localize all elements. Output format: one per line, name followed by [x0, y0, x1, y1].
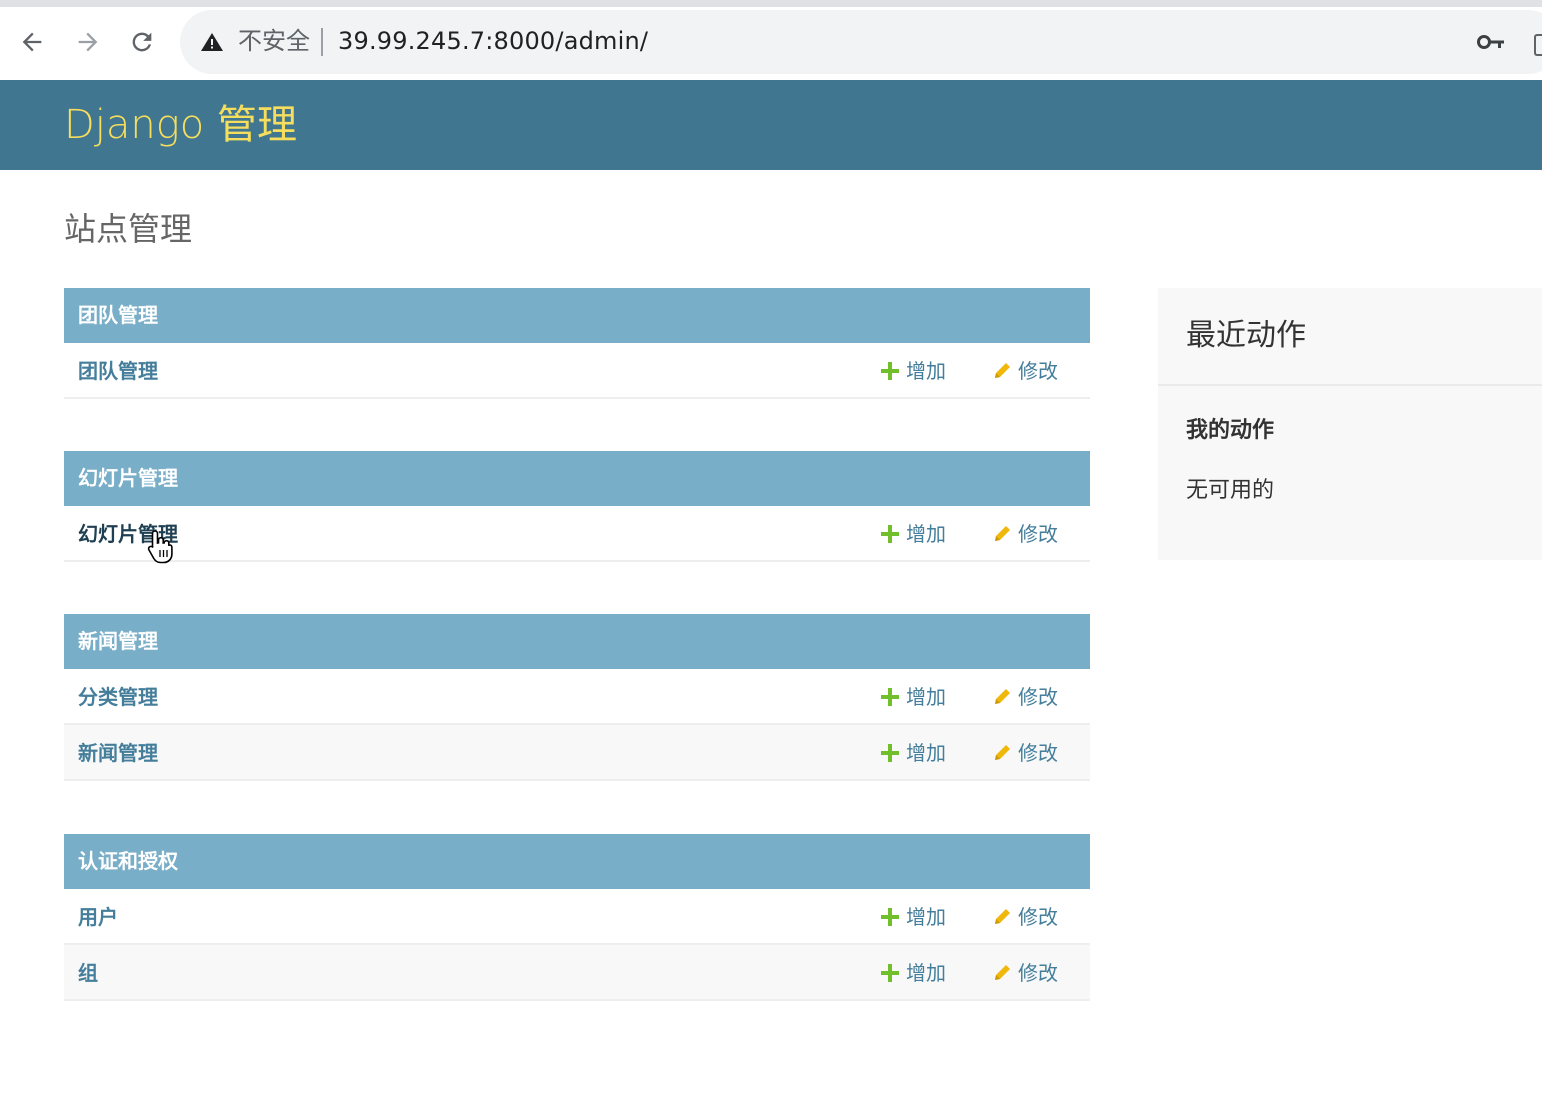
model-link[interactable]: 团队管理 [78, 343, 158, 399]
hand-cursor-icon [147, 530, 173, 564]
model-row: 团队管理 增加 修改 [64, 343, 1090, 399]
sidepanel-icon[interactable] [1534, 34, 1542, 56]
model-row: 用户 增加 修改 [64, 889, 1090, 945]
address-bar[interactable]: 不安全 39.99.245.7:8000/admin/ [180, 10, 1542, 74]
plus-icon [881, 688, 899, 706]
site-header: Django 管理 [0, 80, 1542, 170]
change-label: 修改 [1018, 359, 1058, 383]
add-link[interactable]: 增加 [880, 669, 946, 725]
app-module-auth: 认证和授权 用户 增加 修改 组 增加 修改 [64, 834, 1090, 1001]
model-row: 幻灯片管理 增加 修改 [64, 506, 1090, 562]
pencil-icon [995, 745, 1010, 760]
add-label: 增加 [906, 359, 946, 383]
change-link[interactable]: 修改 [992, 725, 1058, 781]
reload-button[interactable] [122, 22, 162, 62]
app-module-team: 团队管理 团队管理 增加 修改 [64, 288, 1090, 399]
change-label: 修改 [1018, 741, 1058, 765]
add-link[interactable]: 增加 [880, 725, 946, 781]
module-caption[interactable]: 新闻管理 [64, 614, 1090, 669]
reload-icon [132, 32, 152, 52]
forward-button[interactable] [68, 22, 108, 62]
page-title: 站点管理 [64, 210, 193, 248]
change-link[interactable]: 修改 [992, 945, 1058, 1001]
add-label: 增加 [906, 522, 946, 546]
add-link[interactable]: 增加 [880, 343, 946, 399]
model-row: 组 增加 修改 [64, 945, 1090, 1001]
add-label: 增加 [906, 685, 946, 709]
model-row: 新闻管理 增加 修改 [64, 725, 1090, 781]
address-separator [321, 28, 323, 56]
add-link[interactable]: 增加 [880, 506, 946, 562]
module-caption[interactable]: 幻灯片管理 [64, 451, 1090, 506]
app-module-slides: 幻灯片管理 幻灯片管理 增加 修改 [64, 451, 1090, 562]
change-label: 修改 [1018, 905, 1058, 929]
browser-toolbar: 不安全 39.99.245.7:8000/admin/ [0, 7, 1542, 79]
change-label: 修改 [1018, 685, 1058, 709]
my-actions-heading: 我的动作 [1186, 418, 1275, 443]
pencil-icon [995, 526, 1010, 541]
module-caption[interactable]: 认证和授权 [64, 834, 1090, 889]
add-link[interactable]: 增加 [880, 945, 946, 1001]
module-caption[interactable]: 团队管理 [64, 288, 1090, 343]
change-link[interactable]: 修改 [992, 506, 1058, 562]
pencil-icon [995, 909, 1010, 924]
browser-tab-strip [0, 0, 1542, 7]
security-status[interactable]: 不安全 [238, 26, 310, 56]
plus-icon [881, 908, 899, 926]
pencil-icon [995, 965, 1010, 980]
model-link[interactable]: 用户 [78, 889, 118, 945]
pencil-icon [995, 363, 1010, 378]
url-text[interactable]: 39.99.245.7:8000/admin/ [338, 26, 648, 56]
model-link[interactable]: 组 [78, 945, 98, 1001]
arrow-left-icon [22, 32, 42, 52]
change-link[interactable]: 修改 [992, 889, 1058, 945]
arrow-right-icon [78, 32, 98, 52]
recent-actions-title: 最近动作 [1186, 318, 1306, 353]
no-actions-text: 无可用的 [1186, 478, 1275, 503]
pencil-icon [995, 689, 1010, 704]
warning-icon [201, 33, 223, 51]
plus-icon [881, 964, 899, 982]
change-link[interactable]: 修改 [992, 669, 1058, 725]
add-label: 增加 [906, 961, 946, 985]
model-link[interactable]: 新闻管理 [78, 725, 158, 781]
change-link[interactable]: 修改 [992, 343, 1058, 399]
add-label: 增加 [906, 741, 946, 765]
back-button[interactable] [12, 22, 52, 62]
add-label: 增加 [906, 905, 946, 929]
key-icon[interactable] [1476, 30, 1506, 54]
add-link[interactable]: 增加 [880, 889, 946, 945]
plus-icon [881, 525, 899, 543]
recent-actions-panel: 最近动作 我的动作 无可用的 [1158, 288, 1542, 560]
plus-icon [881, 744, 899, 762]
model-row: 分类管理 增加 修改 [64, 669, 1090, 725]
model-link[interactable]: 分类管理 [78, 669, 158, 725]
change-label: 修改 [1018, 961, 1058, 985]
app-module-news: 新闻管理 分类管理 增加 修改 新闻管理 增加 修改 [64, 614, 1090, 781]
recent-actions-divider [1158, 384, 1542, 386]
site-branding[interactable]: Django 管理 [64, 100, 297, 150]
plus-icon [881, 362, 899, 380]
change-label: 修改 [1018, 522, 1058, 546]
